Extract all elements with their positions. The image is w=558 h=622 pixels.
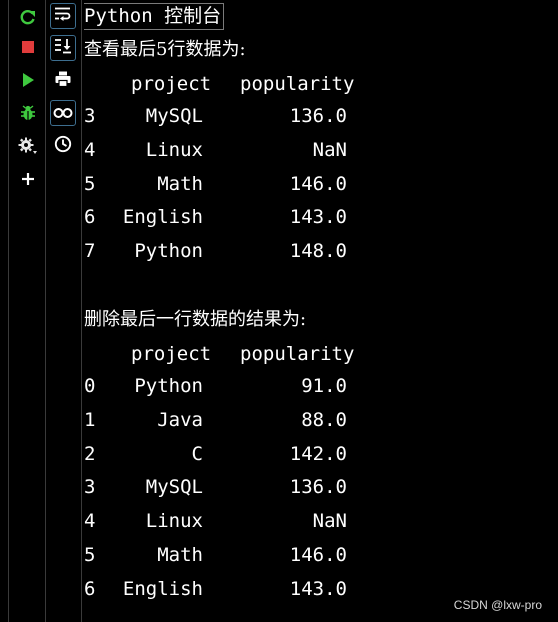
watermark: CSDN @lxw-pro bbox=[453, 598, 542, 612]
print-icon bbox=[54, 70, 72, 92]
stop-icon bbox=[20, 39, 36, 55]
row-index: 5 bbox=[84, 172, 96, 195]
cell-popularity: NaN bbox=[312, 138, 347, 161]
cell-project: Math bbox=[157, 544, 203, 566]
cell-popularity: 136.0 bbox=[289, 476, 347, 499]
settings-button[interactable] bbox=[9, 132, 46, 160]
show-variables-button[interactable] bbox=[50, 100, 76, 126]
row-index: 4 bbox=[84, 510, 96, 533]
cell-project: Linux bbox=[145, 138, 203, 161]
console-output[interactable]: Python 控制台 查看最后5行数据为: project popularity… bbox=[84, 0, 558, 622]
rerun-button[interactable] bbox=[9, 3, 46, 31]
cell-popularity: 88.0 bbox=[301, 408, 347, 431]
scroll-to-end-button[interactable] bbox=[50, 35, 76, 61]
cell-project: English bbox=[122, 577, 203, 600]
run-icon bbox=[20, 72, 36, 88]
column-header-popularity: popularity bbox=[240, 73, 355, 95]
row-index: 4 bbox=[84, 138, 96, 161]
row-index: 7 bbox=[84, 240, 96, 263]
cell-project: Java bbox=[157, 408, 203, 431]
soft-wrap-button[interactable] bbox=[50, 3, 76, 29]
debug-button[interactable] bbox=[9, 99, 46, 127]
cell-popularity: 146.0 bbox=[289, 172, 347, 195]
cell-popularity: 91.0 bbox=[301, 375, 347, 397]
history-button[interactable] bbox=[50, 133, 76, 159]
cell-project: English bbox=[122, 206, 203, 229]
cell-popularity: 143.0 bbox=[289, 206, 347, 229]
cell-popularity: 148.0 bbox=[289, 240, 347, 263]
output-heading-2: 删除最后一行数据的结果为: bbox=[84, 309, 307, 330]
row-index: 2 bbox=[84, 442, 96, 465]
row-index: 5 bbox=[84, 544, 96, 566]
output-heading-1: 查看最后5行数据为: bbox=[84, 39, 246, 60]
run-button[interactable] bbox=[9, 66, 46, 94]
row-index: 0 bbox=[84, 375, 96, 397]
column-header-project: project bbox=[131, 343, 212, 365]
console-side-toolbar bbox=[46, 0, 82, 622]
rerun-icon bbox=[19, 8, 37, 26]
row-index: 6 bbox=[84, 206, 96, 229]
bug-icon bbox=[19, 104, 37, 122]
print-button[interactable] bbox=[50, 68, 76, 94]
plus-icon bbox=[20, 171, 36, 187]
column-header-project: project bbox=[131, 73, 212, 95]
cell-project: Linux bbox=[145, 510, 203, 533]
soft-wrap-icon bbox=[54, 6, 72, 26]
cell-popularity: 136.0 bbox=[289, 105, 347, 127]
row-index: 3 bbox=[84, 476, 96, 499]
glasses-icon bbox=[53, 104, 73, 123]
add-button[interactable] bbox=[9, 165, 46, 193]
clock-icon bbox=[54, 135, 72, 157]
cell-project: Python bbox=[134, 240, 203, 263]
gear-icon bbox=[18, 137, 38, 155]
cell-popularity: NaN bbox=[312, 510, 347, 533]
row-index: 3 bbox=[84, 105, 96, 127]
scroll-to-end-icon bbox=[54, 38, 72, 58]
column-header-popularity: popularity bbox=[240, 343, 355, 365]
row-index: 1 bbox=[84, 408, 96, 431]
cell-popularity: 143.0 bbox=[289, 577, 347, 600]
console-toolbar bbox=[8, 0, 46, 622]
cell-project: Python bbox=[134, 375, 203, 397]
stop-button[interactable] bbox=[9, 33, 46, 61]
cell-popularity: 146.0 bbox=[289, 544, 347, 566]
cell-popularity: 142.0 bbox=[289, 442, 347, 465]
cell-project: Math bbox=[157, 172, 203, 195]
row-index: 6 bbox=[84, 577, 96, 600]
console-tab-title[interactable]: Python 控制台 bbox=[84, 3, 225, 30]
cell-project: C bbox=[191, 442, 203, 465]
cell-project: MySQL bbox=[145, 476, 203, 499]
cell-project: MySQL bbox=[145, 105, 203, 127]
